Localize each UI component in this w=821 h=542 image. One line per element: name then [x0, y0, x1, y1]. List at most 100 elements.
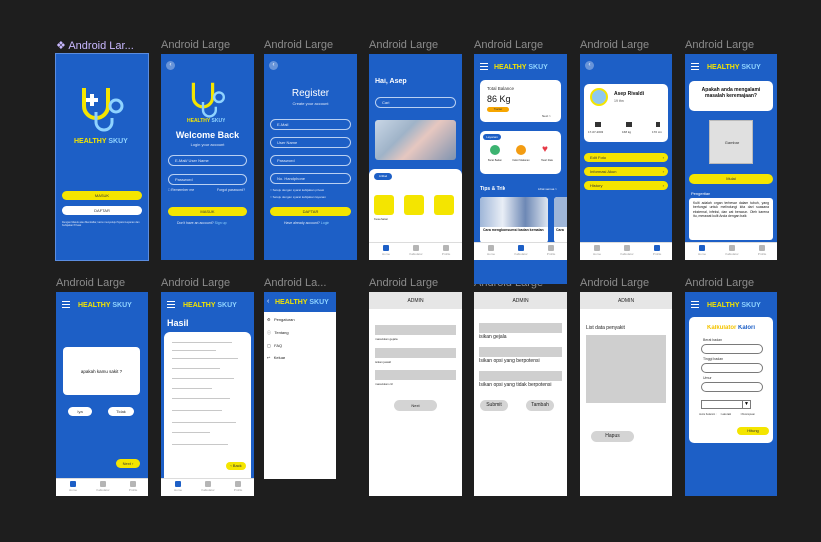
nav-home[interactable]: Home	[582, 245, 612, 256]
register-button[interactable]: DAFTAR	[270, 207, 351, 216]
delete-button[interactable]: Hapus	[591, 431, 634, 442]
nav-home[interactable]: Home	[687, 245, 717, 256]
submit-button[interactable]: Submit	[480, 400, 508, 411]
nav-calculator[interactable]: Kalkulator	[88, 481, 118, 492]
nav-profile[interactable]: Profile	[642, 245, 672, 256]
height-input[interactable]	[701, 363, 763, 373]
weight-scale-icon[interactable]	[490, 145, 500, 155]
food-calorie-icon[interactable]	[516, 145, 526, 155]
nav-calculator[interactable]: Kalkulator	[506, 245, 536, 256]
frame-label-1[interactable]: ❖ Android Lar...	[56, 39, 146, 52]
login-button[interactable]: MASUK	[168, 207, 247, 216]
frame-label-10[interactable]: Android La...	[264, 277, 339, 289]
next-button[interactable]: Next ›	[116, 459, 140, 468]
nav-profile[interactable]: Profile	[747, 245, 777, 256]
frame-label-7[interactable]: Android Large	[685, 39, 780, 51]
back-arrow-icon[interactable]: ‹	[267, 298, 269, 305]
admin-next-button[interactable]: Next	[394, 400, 437, 411]
category-card-2[interactable]	[404, 195, 424, 215]
nav-calculator[interactable]: Kalkulator	[401, 245, 431, 256]
symptom-input[interactable]	[479, 323, 562, 333]
login-link[interactable]: Login	[321, 221, 330, 225]
frame-label-4[interactable]: Android Large	[369, 39, 464, 51]
home-search-input[interactable]: Cari	[375, 97, 456, 108]
register-username-field[interactable]: User Name	[270, 137, 351, 148]
back-arrow-icon[interactable]: ‹	[269, 61, 278, 70]
category-tag[interactable]: Artikel	[374, 173, 392, 180]
balance-next-link[interactable]: Next >	[542, 114, 551, 118]
menu-item-logout[interactable]: ↩ Keluar	[267, 355, 285, 360]
splash-register-button[interactable]: DAFTAR	[62, 206, 142, 215]
age-input[interactable]	[701, 382, 763, 392]
hamburger-menu-icon[interactable]	[691, 63, 699, 70]
remember-me-checkbox[interactable]: □ Remember me	[168, 188, 194, 192]
article-banner-image[interactable]	[375, 120, 456, 160]
register-phone-field[interactable]: No. Handphone	[270, 173, 351, 184]
nav-calculator[interactable]: Kalkulator	[717, 245, 747, 256]
hamburger-menu-icon[interactable]	[167, 301, 175, 308]
gender-female-radio[interactable]: ○Perempuan	[740, 413, 755, 416]
category-card-3[interactable]	[434, 195, 454, 215]
category-card-1[interactable]	[374, 195, 394, 215]
menu-item-about[interactable]: ⓘ Tentang	[267, 330, 289, 336]
frame-label-13[interactable]: Android Large	[580, 277, 675, 289]
signup-link[interactable]: Sign up	[215, 221, 227, 225]
no-button[interactable]: Tidak	[108, 407, 134, 416]
nav-home[interactable]: Home	[371, 245, 401, 256]
tip-card-1[interactable]: Cara mengkonsumsi badan kemalan	[480, 197, 548, 243]
avatar[interactable]	[590, 88, 608, 106]
heart-rate-icon[interactable]: ♥	[542, 145, 552, 155]
add-button[interactable]: Tambah	[526, 400, 554, 411]
nav-calculator[interactable]: Kalkulator	[193, 481, 223, 492]
nav-home[interactable]: Home	[58, 481, 88, 492]
hamburger-menu-icon[interactable]	[691, 301, 699, 308]
potential-option-input[interactable]	[479, 347, 562, 357]
history-button[interactable]: History ›	[584, 181, 668, 190]
disease-list-area[interactable]	[586, 335, 666, 403]
frame-label-2[interactable]: Android Large	[161, 39, 256, 51]
calculate-button[interactable]: Hitung	[737, 427, 769, 435]
tip-card-2[interactable]: Cara	[554, 197, 567, 243]
menu-item-settings[interactable]: ⚙ Pengaturan	[267, 317, 295, 322]
frame-label-14[interactable]: Android Large	[685, 277, 780, 289]
nav-home[interactable]: Home	[476, 245, 506, 256]
nav-calculator[interactable]: Kalkulator	[612, 245, 642, 256]
frame-label-3[interactable]: Android Large	[264, 39, 359, 51]
password-field[interactable]: Password	[168, 174, 247, 185]
nav-profile[interactable]: Profile	[118, 481, 148, 492]
account-info-button[interactable]: Informasi Akun ›	[584, 167, 668, 176]
service-terms-checkbox[interactable]: ○ Setuju dengan syarat kebijakan layanan	[270, 195, 326, 199]
frame-label-6[interactable]: Android Large	[580, 39, 675, 51]
yes-button[interactable]: Iya	[68, 407, 92, 416]
email-field[interactable]: E-Mail/ User Name	[168, 155, 247, 166]
menu-item-faq[interactable]: ▢ FAQ	[267, 343, 282, 348]
privacy-terms-checkbox[interactable]: ○ Setuju dengan syarat kebijakan privasi	[270, 188, 324, 192]
tips-see-all[interactable]: Lihat semua >	[538, 187, 557, 191]
trait-input[interactable]	[375, 370, 456, 380]
answer-input[interactable]	[375, 348, 456, 358]
frame-label-11[interactable]: Android Large	[369, 277, 464, 289]
register-password-field[interactable]: Password	[270, 155, 351, 166]
non-potential-option-input[interactable]	[479, 371, 562, 381]
nav-profile[interactable]: Profile	[223, 481, 253, 492]
back-arrow-icon[interactable]: ‹	[585, 61, 594, 70]
balance-card[interactable]: Total Balance 86 Kg Tracker Next >	[480, 80, 561, 122]
frame-label-5[interactable]: Android Large	[474, 39, 569, 51]
back-button[interactable]: ‹ Back	[226, 462, 246, 470]
symptom-input[interactable]	[375, 325, 456, 335]
frame-label-8[interactable]: Android Large	[56, 277, 151, 289]
splash-login-button[interactable]: MASUK	[62, 191, 142, 200]
activity-select[interactable]: ▼	[701, 400, 751, 409]
nav-profile[interactable]: Profile	[431, 245, 461, 256]
nav-profile[interactable]: Profile	[536, 245, 566, 256]
weight-input[interactable]	[701, 344, 763, 354]
hamburger-menu-icon[interactable]	[480, 63, 488, 70]
start-button[interactable]: Mulai	[689, 174, 773, 184]
nav-home[interactable]: Home	[163, 481, 193, 492]
frame-label-9[interactable]: Android Large	[161, 277, 256, 289]
hamburger-menu-icon[interactable]	[62, 301, 70, 308]
tracker-badge[interactable]: Tracker	[487, 107, 509, 112]
back-arrow-icon[interactable]: ‹	[166, 61, 175, 70]
gender-male-radio[interactable]: ○Laki-laki	[720, 413, 731, 416]
forgot-password-link[interactable]: Forgot password?	[217, 188, 245, 192]
